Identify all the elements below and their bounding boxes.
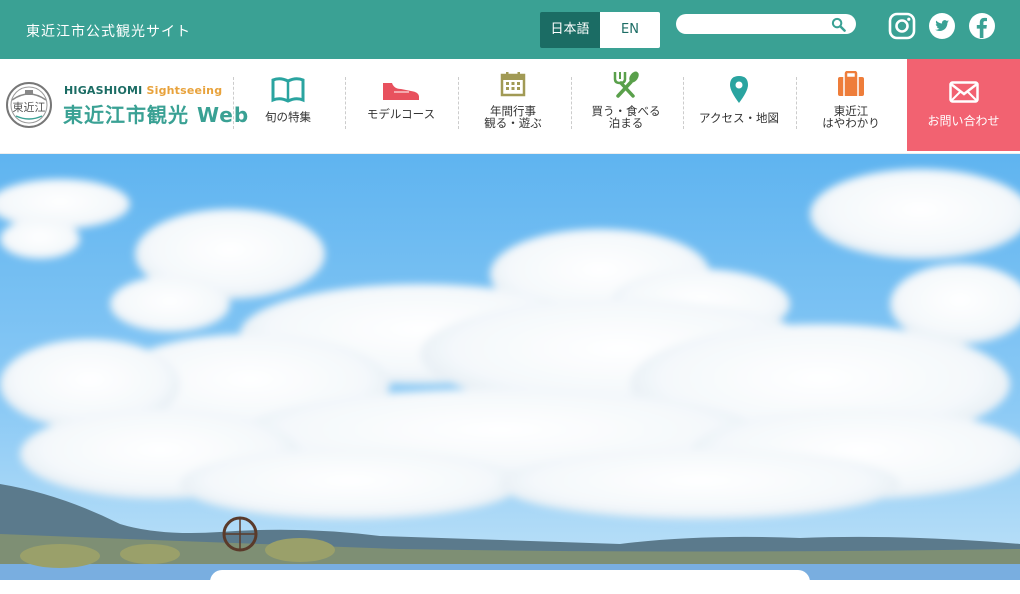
hero-image bbox=[0, 154, 1020, 580]
contact-label: お問い合わせ bbox=[927, 114, 1000, 128]
nav-item-model-course[interactable]: モデルコース bbox=[345, 59, 457, 154]
nav-item-events[interactable]: 年間行事 観る・遊ぶ bbox=[457, 59, 569, 154]
mail-icon bbox=[948, 81, 979, 103]
hero-search-box[interactable] bbox=[210, 570, 810, 594]
search-icon[interactable] bbox=[831, 17, 846, 32]
suitcase-icon bbox=[838, 71, 864, 96]
main-nav: 東近江 HIGASHIOMI Sightseeing 東近江市観光 Web 旬の… bbox=[0, 59, 1020, 154]
contact-button[interactable]: お問い合わせ bbox=[907, 59, 1020, 151]
nav-item-features[interactable]: 旬の特集 bbox=[232, 59, 344, 154]
nav-item-label: 年間行事 観る・遊ぶ bbox=[484, 104, 542, 130]
logo-subtitle-part1: HIGASHIOMI bbox=[64, 84, 143, 97]
nav-item-access-map[interactable]: アクセス・地図 bbox=[683, 59, 795, 154]
site-logo[interactable]: 東近江 HIGASHIOMI Sightseeing 東近江市観光 Web bbox=[0, 79, 248, 131]
calendar-icon bbox=[500, 72, 526, 97]
top-bar: 東近江市公式観光サイト 日本語 EN bbox=[0, 0, 1020, 59]
nav-item-about[interactable]: 東近江 はやわかり bbox=[795, 59, 907, 154]
nav-item-label: 買う・食べる 泊まる bbox=[591, 104, 661, 130]
facebook-icon[interactable] bbox=[968, 12, 996, 40]
hero-landscape-image bbox=[0, 154, 1020, 580]
logo-subtitle: HIGASHIOMI Sightseeing bbox=[64, 84, 222, 97]
utensils-icon bbox=[613, 71, 639, 98]
svg-text:東近江: 東近江 bbox=[13, 101, 46, 114]
shoe-icon bbox=[383, 83, 419, 100]
nav-item-label: 東近江 はやわかり bbox=[822, 104, 880, 130]
logo-title: 東近江市観光 Web bbox=[63, 103, 250, 127]
lang-ja-button[interactable]: 日本語 bbox=[540, 12, 600, 48]
twitter-icon[interactable] bbox=[928, 12, 956, 40]
logo-emblem-icon: 東近江 bbox=[6, 82, 52, 128]
book-icon bbox=[271, 77, 305, 103]
nav-item-shopping-dining[interactable]: 買う・食べる 泊まる bbox=[570, 59, 682, 154]
logo-subtitle-part2: Sightseeing bbox=[146, 84, 223, 97]
search-input[interactable] bbox=[676, 14, 856, 34]
nav-item-label: モデルコース bbox=[366, 107, 436, 121]
nav-item-label: 旬の特集 bbox=[265, 110, 311, 124]
lang-en-button[interactable]: EN bbox=[600, 12, 660, 48]
instagram-icon[interactable] bbox=[888, 12, 916, 40]
site-title: 東近江市公式観光サイト bbox=[26, 24, 191, 40]
language-switcher: 日本語 EN bbox=[540, 12, 660, 48]
map-pin-icon bbox=[730, 76, 748, 103]
nav-item-label: アクセス・地図 bbox=[699, 111, 779, 125]
